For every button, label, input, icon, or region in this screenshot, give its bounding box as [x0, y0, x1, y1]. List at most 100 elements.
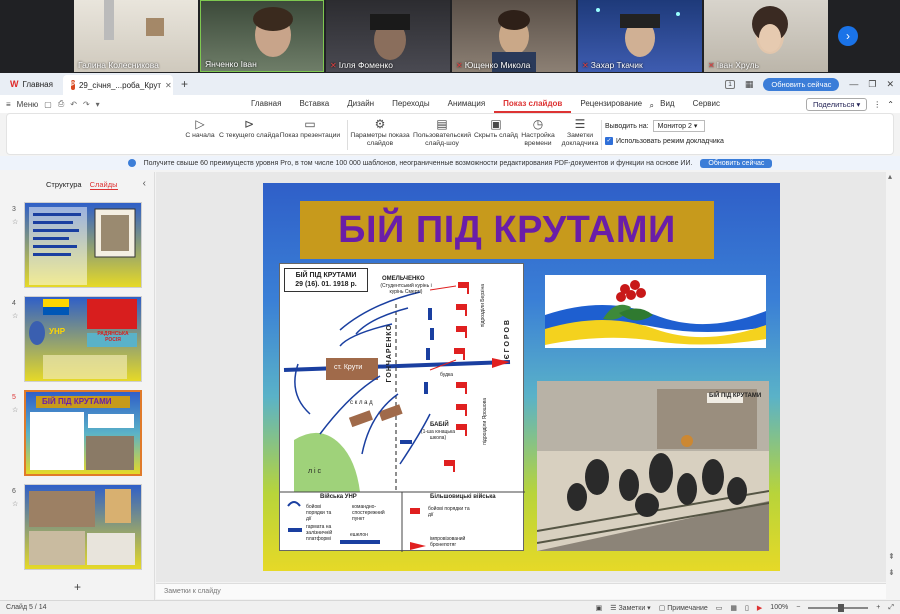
collapse-pane-icon[interactable]: ‹	[143, 178, 146, 189]
presentation-show-button[interactable]: ▭ Показ презентации	[279, 118, 341, 140]
play-start-icon: ▷	[195, 117, 205, 131]
slide-thumbnail[interactable]: УНР РАДЯНСЬКА РОСІЯ	[24, 296, 142, 382]
participant-tile[interactable]: ✕ Ілля Фоменко	[326, 0, 450, 72]
add-slide-button[interactable]: +	[74, 580, 81, 594]
presenter-view-checkbox[interactable]: ✓ Использовать режим докладчика	[605, 137, 724, 145]
ukrainian-ribbon-image[interactable]	[545, 275, 766, 348]
reading-view-icon[interactable]: ▯	[745, 604, 749, 612]
print-icon[interactable]: ⎙	[58, 99, 64, 109]
current-slide[interactable]: БІЙ ПІД КРУТАМИ БІЙ ПІД КРУТАМИ 29 (16).…	[263, 183, 780, 571]
sorter-view-icon[interactable]: ▦	[730, 604, 737, 612]
tab-home[interactable]: W Главная	[0, 73, 63, 95]
maximize-icon[interactable]: ❐	[868, 79, 876, 90]
ribbon-illustration	[545, 280, 766, 345]
vertical-scrollbar[interactable]: ▴ ⇞ ⇟	[888, 172, 898, 582]
grid-icon[interactable]: ▦	[745, 79, 754, 90]
close-tab-icon[interactable]: ✕	[165, 81, 172, 90]
update-now-button[interactable]: Обновить сейчас	[763, 77, 840, 91]
search-icon[interactable]: ⌕	[650, 101, 654, 111]
slide-thumbnail-selected[interactable]: БІЙ ПІД КРУТАМИ	[24, 390, 142, 476]
comments-toggle-label: Примечание	[667, 604, 708, 612]
participant-tile[interactable]: ✕ Іван Хруль	[704, 0, 828, 72]
star-icon[interactable]: ☆	[12, 406, 18, 414]
participant-name: ✕ Ілля Фоменко	[330, 60, 393, 70]
scroll-up-icon[interactable]: ▴	[888, 172, 892, 181]
scroll-next-icon[interactable]: ⇟	[888, 568, 895, 577]
custom-show-button[interactable]: ▤ Пользовательский слайд-шоу	[407, 118, 477, 148]
scroll-prev-icon[interactable]: ⇞	[888, 552, 895, 561]
hamburger-icon[interactable]: ≡	[6, 100, 11, 109]
zoom-slider-knob[interactable]	[838, 603, 845, 612]
zoom-slider[interactable]	[808, 603, 869, 612]
label-station: ст. Крути	[334, 364, 363, 371]
tab-3[interactable]: Дизайн	[338, 95, 383, 113]
normal-view-icon[interactable]: ▭	[716, 604, 723, 612]
comments-toggle[interactable]: ▢ Примечание	[659, 604, 708, 612]
rehearse-timings-button[interactable]: ◷ Настройка времени	[519, 118, 557, 148]
slideshow-play-icon[interactable]: ▶	[757, 604, 762, 612]
undo-icon[interactable]: ↶	[70, 100, 77, 109]
battle-map[interactable]: БІЙ ПІД КРУТАМИ 29 (16). 01. 1918 р. ОМЕ…	[279, 263, 525, 552]
participant-tile[interactable]: ✕ Ющенко Микола	[452, 0, 576, 72]
slide-number: 3	[12, 206, 16, 213]
checkmark-icon: ✓	[605, 137, 613, 145]
more-options-icon[interactable]: ⋮	[873, 100, 881, 109]
tab-4[interactable]: Переходы	[383, 95, 439, 113]
slide-thumbnail[interactable]	[24, 484, 142, 570]
tab-1[interactable]: Главная	[242, 95, 290, 113]
participant-tile[interactable]: Янченко Іван	[200, 0, 324, 72]
tab-slides[interactable]: Слайды	[89, 180, 118, 190]
file-menu-button[interactable]: Меню	[17, 100, 39, 109]
monitor-icon: ▭	[304, 117, 316, 131]
slide-notes-area[interactable]: Заметки к слайду	[156, 583, 886, 599]
speaker-notes-button[interactable]: ☰ Заметки докладчика	[559, 118, 601, 148]
close-window-icon[interactable]: ✕	[886, 79, 894, 90]
participant-tile[interactable]: ✕ Захар Ткачик	[578, 0, 702, 72]
notification-badge[interactable]: 1	[725, 79, 735, 89]
minimize-icon[interactable]: —	[849, 79, 858, 89]
slide-number: 5	[12, 394, 16, 401]
status-bar: Слайд 5 / 14 ▣ ☰ Заметки ▾ ▢ Примечание …	[0, 600, 900, 614]
tab-7[interactable]: Рецензирование	[571, 95, 651, 113]
fit-slide-icon[interactable]: ▣	[596, 604, 603, 612]
star-icon[interactable]: ☆	[12, 218, 18, 226]
tab-8[interactable]: Вид	[651, 95, 683, 113]
thumbnail-preview	[29, 489, 135, 565]
thumbnail-label-rus: РАДЯНСЬКА РОСІЯ	[97, 331, 129, 343]
tab-2[interactable]: Вставка	[290, 95, 338, 113]
notes-icon: ☰	[574, 117, 586, 131]
from-start-button[interactable]: ▷ С начала	[183, 118, 217, 140]
dropdown-icon[interactable]: ▾	[96, 100, 100, 109]
slide-title-box[interactable]: БІЙ ПІД КРУТАМИ	[300, 201, 714, 259]
participant-tile[interactable]: Галина Колесникова	[74, 0, 198, 72]
tab-5[interactable]: Анимация	[439, 95, 495, 113]
legend-armored-train-icon	[410, 542, 426, 550]
from-current-button[interactable]: ⊳ С текущего слайда	[217, 118, 281, 140]
monitor-select[interactable]: Монитор 2 ▾	[652, 120, 705, 132]
hide-slide-button[interactable]: ▣ Скрыть слайд	[473, 118, 519, 140]
star-icon[interactable]: ☆	[12, 500, 18, 508]
collapse-ribbon-icon[interactable]: ⌃	[887, 100, 894, 109]
zoom-in-icon[interactable]: +	[876, 604, 880, 611]
tab-9[interactable]: Сервис	[684, 95, 729, 113]
star-icon[interactable]: ☆	[12, 312, 18, 320]
battle-painting-image[interactable]: БІЙ ПІД КРУТАМИ	[537, 381, 769, 551]
next-participants-button[interactable]: ›	[838, 26, 858, 46]
tab-6[interactable]: Показ слайдов	[494, 95, 572, 113]
share-button[interactable]: Поделиться ▾	[806, 97, 868, 111]
save-icon[interactable]: ▢	[44, 100, 52, 109]
show-params-button[interactable]: ⚙ Параметры показа слайдов	[349, 118, 411, 148]
share-label: Поделиться	[813, 99, 855, 109]
redo-icon[interactable]: ↷	[83, 100, 90, 109]
new-tab-button[interactable]: +	[181, 77, 188, 91]
legend-platform-gun: гармата на залізничній платформі	[306, 524, 333, 542]
mic-off-icon: ✕	[330, 60, 337, 70]
zoom-out-icon[interactable]: −	[796, 604, 800, 611]
slide-thumbnail[interactable]	[24, 202, 142, 288]
zoom-level[interactable]: 100%	[770, 604, 788, 611]
tab-document[interactable]: P 29_січня_...рoба_Крут ✕	[62, 75, 173, 95]
promo-update-button[interactable]: Обновить сейчас	[700, 158, 773, 168]
notes-toggle[interactable]: ☰ Заметки ▾	[610, 604, 650, 612]
fit-window-icon[interactable]: ⤢	[888, 604, 894, 612]
tab-structure[interactable]: Структура	[46, 180, 82, 190]
